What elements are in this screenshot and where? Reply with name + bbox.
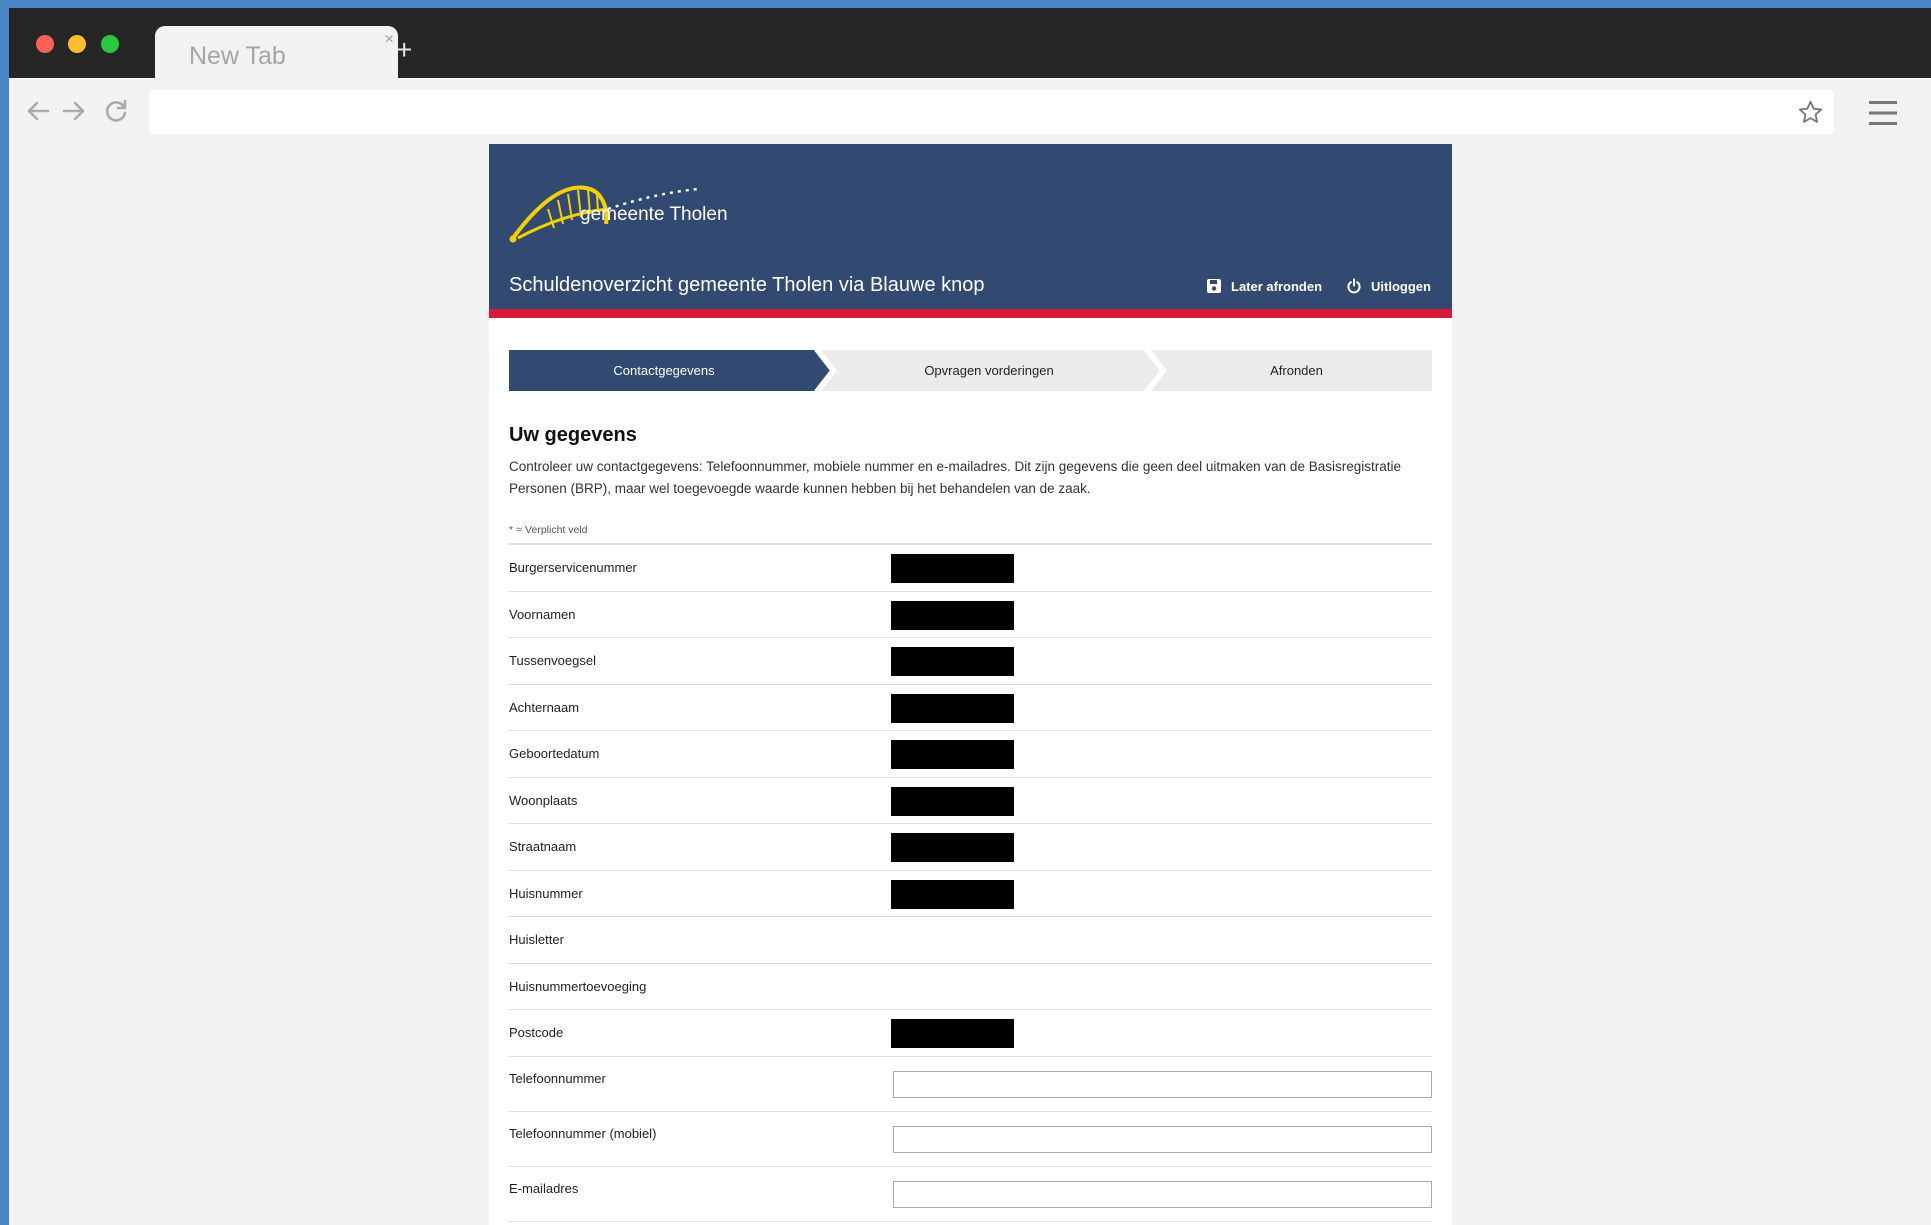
- tab-title: New Tab: [189, 42, 286, 70]
- field-label: Telefoonnummer (mobiel): [509, 1125, 657, 1141]
- logo-text: gemeente Tholen: [580, 204, 728, 225]
- redacted-value: [891, 554, 1014, 583]
- form-row: Voornamen: [509, 592, 1432, 638]
- page-content: gemeente Tholen Schuldenoverzicht gemeen…: [489, 144, 1452, 1225]
- required-note: * = Verplicht veld: [509, 524, 588, 536]
- save-icon: [1207, 279, 1221, 293]
- browser-window: New Tab × + gemeente Tholen Schuldenover…: [9, 8, 1931, 1225]
- browser-tab[interactable]: New Tab ×: [155, 26, 398, 78]
- redacted-value: [891, 879, 1014, 909]
- field-label: Huisnummer: [509, 885, 583, 901]
- step-opvragen-vorderingen[interactable]: Opvragen vorderingen: [831, 350, 1147, 391]
- maximize-window-button[interactable]: [101, 35, 119, 53]
- form-row: Achternaam: [509, 685, 1432, 731]
- field-input[interactable]: [893, 1070, 1432, 1098]
- form-row: Geboortedatum: [509, 731, 1432, 778]
- address-bar[interactable]: [149, 90, 1834, 134]
- form-row: Telefoonnummer: [509, 1057, 1432, 1112]
- uitloggen-button[interactable]: Uitloggen: [1346, 278, 1431, 294]
- field-label: E-mailadres: [509, 1180, 579, 1196]
- field-label: Woonplaats: [509, 792, 578, 808]
- field-label: Voornamen: [509, 606, 576, 622]
- form-row: Woonplaats: [509, 778, 1432, 824]
- browser-toolbar: [9, 78, 1931, 144]
- field-label: Tussenvoegsel: [509, 653, 596, 668]
- field-input[interactable]: [893, 1125, 1432, 1153]
- field-label: Straatnaam: [509, 839, 577, 854]
- field-label: Telefoonnummer: [509, 1070, 606, 1086]
- redacted-value: [891, 786, 1014, 816]
- form-row: E-mailadres: [509, 1167, 1432, 1222]
- form-row: Postcode: [509, 1010, 1432, 1057]
- redacted-value: [891, 740, 1014, 769]
- forward-icon[interactable]: [59, 96, 89, 126]
- step-label: Opvragen vorderingen: [924, 363, 1054, 378]
- power-icon: [1347, 278, 1361, 294]
- form-row: Telefoonnummer (mobiel): [509, 1112, 1432, 1167]
- contact-form: Burgerservicenummer Voornamen Tussenvoegse…: [509, 543, 1432, 1222]
- back-icon[interactable]: [23, 96, 53, 126]
- redacted-value: [891, 833, 1014, 862]
- page-viewport: gemeente Tholen Schuldenoverzicht gemeen…: [9, 144, 1931, 1225]
- field-label: Huisletter: [509, 932, 564, 947]
- step-afronden[interactable]: Afronden: [1161, 350, 1432, 391]
- field-label: Huisnummertoevoeging: [509, 978, 647, 994]
- form-row: Huisnummertoevoeging: [509, 964, 1432, 1010]
- tab-bar: New Tab × +: [9, 8, 1931, 78]
- step-label: Afronden: [1270, 363, 1323, 378]
- reload-icon[interactable]: [101, 96, 131, 126]
- site-title: Schuldenoverzicht gemeente Tholen via Bl…: [509, 274, 985, 296]
- field-label: Geboortedatum: [509, 746, 600, 761]
- step-contactgegevens[interactable]: Contactgegevens: [509, 350, 819, 391]
- form-row: Burgerservicenummer: [509, 545, 1432, 592]
- minimize-window-button[interactable]: [68, 35, 86, 53]
- close-window-button[interactable]: [36, 35, 54, 53]
- tab-close-icon[interactable]: ×: [385, 32, 394, 48]
- section-heading: Uw gegevens: [509, 424, 637, 446]
- redacted-value: [891, 600, 1014, 630]
- redacted-value: [891, 693, 1014, 723]
- later-afronden-label: Later afronden: [1231, 278, 1323, 294]
- intro-text: Controleer uw contactgegevens: Telefoonn…: [509, 459, 1401, 496]
- field-label: Achternaam: [509, 699, 580, 715]
- field-label: Postcode: [509, 1025, 564, 1040]
- progress-steps: Contactgegevens Opvragen vorderingen Afr…: [509, 350, 1432, 391]
- form-row: Tussenvoegsel: [509, 638, 1432, 685]
- later-afronden-button[interactable]: Later afronden: [1206, 278, 1322, 294]
- form-row: Huisnummer: [509, 871, 1432, 917]
- new-tab-button[interactable]: +: [396, 36, 412, 64]
- field-input[interactable]: [893, 1180, 1432, 1208]
- form-row: Huisletter: [509, 917, 1432, 964]
- bookmark-star-icon[interactable]: [1797, 99, 1824, 126]
- field-label: Burgerservicenummer: [509, 560, 637, 575]
- step-label: Contactgegevens: [613, 363, 715, 378]
- site-header: gemeente Tholen Schuldenoverzicht gemeen…: [489, 144, 1452, 318]
- form-row: Straatnaam: [509, 824, 1432, 871]
- menu-icon[interactable]: [1868, 100, 1898, 126]
- redacted-value: [891, 647, 1014, 676]
- uitloggen-label: Uitloggen: [1371, 278, 1431, 294]
- redacted-value: [891, 1019, 1014, 1048]
